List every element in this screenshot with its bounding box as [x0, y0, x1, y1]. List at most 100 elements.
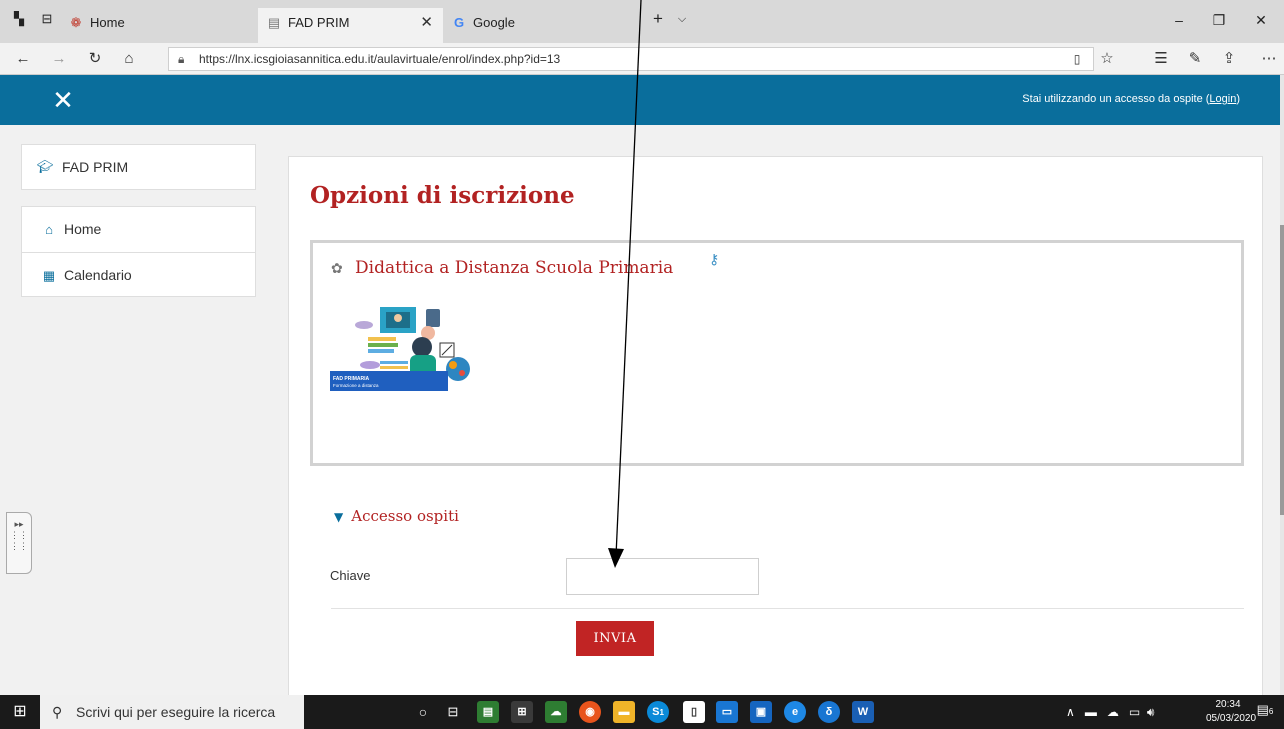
tab-fad-prim[interactable]: ▤ FAD PRIM ✕ [258, 8, 443, 43]
favorites-hub-icon[interactable]: ☰ [1150, 48, 1172, 70]
home-favicon-icon: ❁ [70, 15, 82, 30]
app-teal-icon[interactable]: ☁ [545, 701, 567, 723]
app-delta-icon[interactable]: δ [818, 701, 840, 723]
tab-home[interactable]: ❁ Home [60, 8, 230, 43]
page-content: 🎓︎ FAD PRIM ⌂ Home ▦ Calendario Opzioni … [0, 125, 1280, 716]
image-caption-line1: FAD PRIMARIA [333, 376, 370, 382]
set-tabs-aside-icon[interactable]: ⊟ [38, 10, 56, 28]
drawer-item-label: Calendario [64, 267, 132, 283]
task-view-icon[interactable]: ⊟ [442, 701, 464, 723]
address-bar[interactable]: 🔒︎ https://lnx.icsgioiasannitica.edu.it/… [168, 47, 1094, 71]
google-favicon-icon: G [453, 15, 465, 30]
tab-google[interactable]: G Google [443, 8, 628, 43]
onedrive-icon[interactable]: ☁ [1107, 705, 1119, 719]
main-region: Opzioni di iscrizione ✿ Didattica a Dist… [288, 156, 1263, 716]
page-title: Opzioni di iscrizione [310, 182, 575, 209]
caret-down-icon: ▼ [334, 510, 344, 524]
skype-badge: 1 [659, 708, 664, 717]
enrolment-key-icon: ⚷ [709, 251, 720, 267]
tab-preview-chevron-icon[interactable]: ⌵ [673, 10, 691, 28]
windows-taskbar: ⊞ ⚲ Scrivi qui per eseguire la ricerca ○… [0, 695, 1284, 729]
clock-date: 05/03/2020 [1206, 713, 1257, 724]
graduation-cap-icon: 🎓︎ [36, 159, 54, 174]
course-name-link[interactable]: Didattica a Distanza Scuola Primaria [355, 258, 673, 278]
drawer-item-fad-prim[interactable]: 🎓︎ FAD PRIM [22, 145, 255, 189]
store-icon[interactable]: ⊞ [511, 701, 533, 723]
key-label: Chiave [330, 568, 371, 583]
favorite-star-icon[interactable]: ☆ [1096, 48, 1118, 70]
page-scrollbar[interactable] [1280, 75, 1284, 695]
document-icon[interactable]: ▯ [683, 701, 705, 723]
edge-icon[interactable]: e [784, 701, 806, 723]
tab-label: Google [473, 15, 515, 30]
url-text: https://lnx.icsgioiasannitica.edu.it/aul… [199, 52, 561, 66]
restore-icon[interactable]: ❐ [1204, 10, 1234, 30]
tab-actions-icon[interactable]: ▚ [10, 10, 28, 28]
tab-label: FAD PRIM [288, 15, 350, 30]
cortana-icon[interactable]: ○ [412, 701, 434, 723]
guest-access-notice: Stai utilizzando un accesso da ospite (L… [1022, 93, 1240, 105]
guest-access-section-toggle[interactable]: ▼ Accesso ospiti [334, 507, 459, 525]
drawer-item-home[interactable]: ⌂ Home [22, 207, 255, 252]
side-panel-handle[interactable]: ▸▸ ⋮⋮ ⋮⋮ [6, 512, 32, 574]
file-explorer-icon[interactable]: ▬ [613, 701, 635, 723]
skype-icon[interactable]: S1 [647, 701, 669, 723]
word-icon[interactable]: W [852, 701, 874, 723]
form-divider [331, 608, 1244, 609]
course-box: ✿ Didattica a Distanza Scuola Primaria ⚷ [310, 240, 1244, 466]
tray-app-icon[interactable]: ▬ [1085, 705, 1097, 719]
window-app-icon[interactable]: ▭ [716, 701, 738, 723]
tab-label: Home [90, 15, 125, 30]
guest-text-end: ) [1236, 93, 1240, 105]
network-icon[interactable]: ▭ [1129, 705, 1140, 719]
share-icon[interactable]: ⇪ [1218, 48, 1240, 70]
home-icon[interactable]: ⌂ [118, 48, 140, 70]
drawer-item-label: Home [64, 221, 102, 237]
minimize-icon[interactable]: – [1164, 10, 1194, 30]
app-green-icon[interactable]: ▤ [477, 701, 499, 723]
taskbar-search[interactable]: ⚲ Scrivi qui per eseguire la ricerca [40, 695, 304, 729]
tray-chevron-icon[interactable]: ∧ [1066, 705, 1075, 719]
close-drawer-icon[interactable]: ✕ [50, 87, 76, 113]
more-icon[interactable]: ⋯ [1258, 48, 1280, 70]
section-title: Accesso ospiti [351, 507, 459, 525]
action-center-icon[interactable]: ▤6 [1254, 702, 1276, 722]
back-icon[interactable]: ← [12, 48, 34, 70]
drawer-nav-block: ⌂ Home ▦ Calendario [21, 206, 256, 297]
drawer-item-label: FAD PRIM [62, 159, 129, 175]
image-caption-line2: Formazione a distanza [333, 383, 379, 388]
search-icon: ⚲ [52, 704, 63, 720]
reading-view-icon[interactable]: ▯ [1066, 48, 1088, 70]
guest-text: Stai utilizzando un accesso da ospite ( [1022, 93, 1210, 105]
notification-count: 6 [1268, 707, 1274, 716]
browser-tab-strip: ▚ ⊟ ❁ Home ▤ FAD PRIM ✕ G Google + ⌵ – ❐… [0, 0, 1284, 43]
volume-icon[interactable]: 🔊︎ [1147, 705, 1155, 719]
lock-icon: 🔒︎ [178, 52, 185, 66]
forward-icon[interactable]: → [48, 48, 70, 70]
site-header: ✕ Stai utilizzando un accesso da ospite … [0, 75, 1280, 125]
refresh-icon[interactable]: ↻ [84, 48, 106, 70]
course-info-icon: ✿ [331, 260, 343, 276]
monitor-app-icon[interactable]: ▣ [750, 701, 772, 723]
key-input[interactable] [566, 558, 759, 595]
search-placeholder: Scrivi qui per eseguire la ricerca [76, 704, 276, 720]
scrollbar-thumb[interactable] [1280, 225, 1284, 515]
clock[interactable]: 20:34 05/03/2020 [1206, 698, 1257, 726]
drawer-course-block: 🎓︎ FAD PRIM [21, 144, 256, 190]
new-tab-icon[interactable]: + [649, 10, 667, 28]
course-image: FAD PRIMARIA Formazione a distanza [330, 295, 480, 391]
page-favicon-icon: ▤ [267, 15, 281, 30]
calendar-icon: ▦ [42, 268, 56, 283]
window-close-icon[interactable]: ✕ [1246, 10, 1276, 30]
start-windows-icon[interactable]: ⊞ [0, 695, 40, 729]
home-icon: ⌂ [45, 222, 53, 237]
close-tab-icon[interactable]: ✕ [420, 12, 433, 34]
submit-button[interactable]: INVIA [576, 621, 654, 656]
firefox-icon[interactable]: ◉ [579, 701, 601, 723]
drawer-item-calendario[interactable]: ▦ Calendario [22, 252, 255, 297]
address-toolbar: ← → ↻ ⌂ 🔒︎ https://lnx.icsgioiasannitica… [0, 43, 1284, 75]
login-link[interactable]: Login [1209, 93, 1236, 105]
system-tray: ∧ ▬ ☁ ▭ 🔊︎ [1066, 695, 1154, 729]
clock-time: 20:34 [1215, 699, 1241, 710]
pen-icon[interactable]: ✎ [1184, 48, 1206, 70]
